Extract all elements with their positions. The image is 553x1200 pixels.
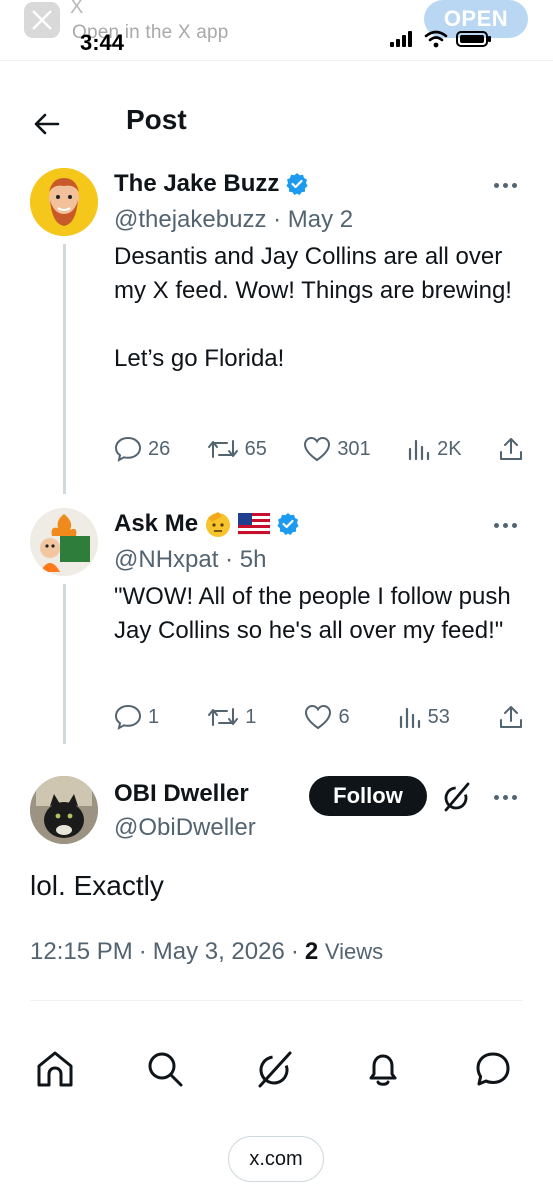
nav-grok[interactable] xyxy=(252,1046,298,1092)
heart-icon xyxy=(304,436,331,462)
avatar-nhxpat[interactable] xyxy=(30,508,98,576)
back-arrow-icon[interactable] xyxy=(30,108,62,140)
signal-icon xyxy=(390,31,412,47)
avatar-obidweller[interactable] xyxy=(30,776,98,844)
page-title: Post xyxy=(126,104,187,135)
status-time: 3:44 xyxy=(80,30,125,55)
bell-icon xyxy=(369,1054,397,1086)
views-label: Views xyxy=(324,939,384,964)
dot-separator: · xyxy=(225,546,240,573)
heart-icon xyxy=(305,704,332,730)
more-options-icon[interactable] xyxy=(494,520,524,530)
follow-button[interactable]: Follow xyxy=(309,776,427,816)
repost-icon xyxy=(207,440,238,458)
us-flag-icon xyxy=(238,513,271,535)
like-button[interactable]: 301 xyxy=(303,436,371,462)
views-stat[interactable]: 2 Views xyxy=(305,938,383,966)
messages-icon xyxy=(476,1052,510,1086)
tweet-meta: 12:15 PM · May 3, 2026 · 2 Views xyxy=(30,938,383,966)
battery-icon xyxy=(456,31,491,47)
banner-app-name: X xyxy=(70,0,84,18)
status-bar: X Open in the X app 3:44 OPEN xyxy=(0,0,553,60)
banner-divider xyxy=(0,60,553,61)
tweet-actions: 1 1 6 53 xyxy=(114,704,524,730)
url-bar[interactable]: x.com xyxy=(228,1136,324,1182)
display-name[interactable]: The Jake Buzz xyxy=(114,170,279,198)
handle[interactable]: @ObiDweller xyxy=(114,814,256,841)
reply-count: 26 xyxy=(148,437,171,460)
system-icons xyxy=(390,30,492,48)
reply-button[interactable]: 1 xyxy=(114,704,159,730)
view-count: 53 xyxy=(427,705,450,728)
dot-separator: · xyxy=(138,938,147,965)
reply-icon xyxy=(114,436,142,462)
like-count: 6 xyxy=(338,705,350,728)
reply-icon xyxy=(114,704,142,730)
views-button[interactable]: 2K xyxy=(407,437,462,461)
views-icon xyxy=(399,707,420,729)
tweet-handle: @ObiDweller xyxy=(114,814,256,842)
post-header: Post xyxy=(0,96,553,152)
tweet-time[interactable]: 12:15 PM xyxy=(30,938,133,966)
handle[interactable]: @NHxpat xyxy=(114,546,218,573)
tweet-author-row: Ask Me xyxy=(114,510,300,538)
nav-search[interactable] xyxy=(142,1046,188,1092)
display-name[interactable]: Ask Me xyxy=(114,510,198,538)
reply-count: 1 xyxy=(148,705,160,728)
handle[interactable]: @thejakebuzz xyxy=(114,206,266,233)
tweet-author-row: OBI Dweller xyxy=(114,780,249,808)
divider xyxy=(30,1000,523,1001)
verified-badge-icon xyxy=(286,173,308,195)
tweet-text: Desantis and Jay Collins are all over my… xyxy=(114,243,512,372)
display-name[interactable]: OBI Dweller xyxy=(114,780,249,808)
avatar-thejakebuzz[interactable] xyxy=(30,168,98,236)
saluting-emoji-icon xyxy=(206,512,231,537)
grok-icon[interactable] xyxy=(440,780,474,814)
views-button[interactable]: 53 xyxy=(398,705,450,729)
tweet-author-row: The Jake Buzz xyxy=(114,170,309,198)
reply-button[interactable]: 26 xyxy=(114,436,170,462)
like-count: 301 xyxy=(337,437,371,460)
tweet-date[interactable]: May 3, 2026 xyxy=(153,938,285,966)
wifi-icon xyxy=(424,30,448,48)
repost-count: 1 xyxy=(245,705,257,728)
dot-separator: · xyxy=(290,938,299,965)
views-icon xyxy=(408,439,430,461)
dot-separator: · xyxy=(273,206,288,233)
repost-count: 65 xyxy=(244,437,267,460)
repost-button[interactable]: 1 xyxy=(207,705,256,729)
tweet-handle-date: @thejakebuzz · May 2 xyxy=(114,206,353,234)
home-icon xyxy=(37,1051,73,1087)
thread-connector-line xyxy=(63,244,66,494)
views-count: 2 xyxy=(304,938,319,965)
tweet-text: "WOW! All of the people I follow push Ja… xyxy=(114,583,511,644)
view-count: 2K xyxy=(437,437,462,460)
share-icon xyxy=(500,706,522,728)
share-button[interactable] xyxy=(498,704,524,730)
more-options-icon[interactable] xyxy=(494,180,524,190)
more-options-icon[interactable] xyxy=(494,792,524,802)
nav-messages[interactable] xyxy=(470,1046,516,1092)
like-button[interactable]: 6 xyxy=(304,704,350,730)
nav-notifications[interactable] xyxy=(360,1046,406,1092)
verified-badge-icon xyxy=(277,513,299,535)
tweet-handle-date: @NHxpat · 5h xyxy=(114,546,266,574)
bottom-nav xyxy=(0,1046,553,1106)
tweet-date[interactable]: May 2 xyxy=(288,206,353,233)
search-icon xyxy=(148,1052,183,1087)
tweet-actions: 26 65 301 2K xyxy=(114,436,524,462)
nav-home[interactable] xyxy=(32,1046,78,1092)
thread-connector-line-2 xyxy=(63,584,66,744)
tweet-date[interactable]: 5h xyxy=(240,546,267,573)
tweet-text: lol. Exactly xyxy=(30,870,164,901)
repost-icon xyxy=(208,708,239,726)
x-app-logo-icon[interactable] xyxy=(24,2,60,38)
grok-icon xyxy=(258,1051,292,1088)
share-button[interactable] xyxy=(498,436,524,462)
repost-button[interactable]: 65 xyxy=(207,437,267,461)
share-icon xyxy=(499,438,522,460)
